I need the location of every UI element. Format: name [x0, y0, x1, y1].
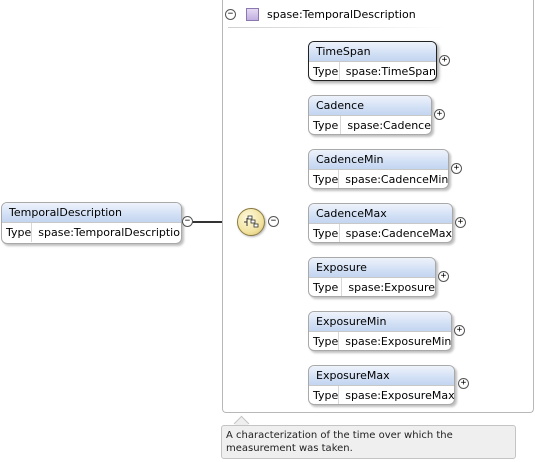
child-element-name: TimeSpan [309, 42, 436, 62]
child-type-label: Type [309, 116, 342, 134]
child-element-name: ExposureMin [309, 312, 451, 332]
expand-toggle-exposuremax[interactable]: + [458, 378, 469, 389]
child-type-value: spase:TimeSpan [345, 65, 436, 78]
child-type-row: Type spase:Exposure [309, 278, 435, 296]
child-element-name: CadenceMin [309, 150, 448, 170]
child-element-cadencemin[interactable]: CadenceMin Type spase:CadenceMin [308, 149, 449, 189]
child-type-label: Type [309, 224, 340, 242]
child-element-timespan[interactable]: TimeSpan Type spase:TimeSpan [308, 41, 437, 81]
root-collapse-toggle[interactable]: − [182, 216, 193, 227]
sequence-collapse-toggle[interactable]: − [268, 216, 279, 227]
child-type-value: spase:ExposureMin [345, 335, 452, 348]
child-type-value: spase:CadenceMin [345, 173, 449, 186]
child-type-label: Type [309, 386, 340, 404]
sequence-glyph-icon [244, 215, 259, 228]
child-type-label: Type [309, 170, 340, 188]
child-type-row: Type spase:CadenceMax [309, 224, 452, 242]
root-element-name: TemporalDescription [2, 203, 181, 223]
complex-type-icon [246, 8, 259, 21]
root-type-label: Type [2, 223, 33, 242]
root-element-type-row: Type spase:TemporalDescription [2, 223, 181, 242]
group-header: − spase:TemporalDescription [222, 4, 522, 24]
child-element-name: CadenceMax [309, 204, 452, 224]
child-type-row: Type spase:TimeSpan [309, 62, 436, 80]
child-element-name: Cadence [309, 96, 431, 116]
child-element-name: Exposure [309, 258, 435, 278]
child-type-row: Type spase:CadenceMin [309, 170, 449, 188]
sequence-compositor-icon[interactable] [237, 208, 265, 236]
group-collapse-toggle[interactable]: − [225, 9, 236, 20]
child-type-label: Type [309, 62, 340, 80]
root-type-value: spase:TemporalDescription [38, 226, 182, 239]
expand-toggle-cadencemin[interactable]: + [451, 163, 462, 174]
child-element-exposuremax[interactable]: ExposureMax Type spase:ExposureMax [308, 365, 455, 405]
child-type-value: spase:Exposure [348, 281, 435, 294]
child-type-value: spase:ExposureMax [345, 389, 455, 402]
root-element-box[interactable]: TemporalDescription Type spase:TemporalD… [1, 202, 182, 244]
child-element-exposure[interactable]: Exposure Type spase:Exposure [308, 257, 436, 297]
child-type-row: Type spase:Cadence [309, 116, 431, 134]
annotation-note: A characterization of the time over whic… [221, 425, 516, 459]
child-type-value: spase:CadenceMax [345, 227, 452, 240]
expand-toggle-timespan[interactable]: + [439, 55, 450, 66]
expand-toggle-cadence[interactable]: + [434, 109, 445, 120]
child-element-cadence[interactable]: Cadence Type spase:Cadence [308, 95, 432, 135]
expand-toggle-cadencemax[interactable]: + [455, 217, 466, 228]
child-type-label: Type [309, 332, 340, 350]
child-element-exposuremin[interactable]: ExposureMin Type spase:ExposureMin [308, 311, 452, 351]
child-type-row: Type spase:ExposureMax [309, 386, 455, 404]
child-element-name: ExposureMax [309, 366, 454, 386]
child-element-cadencemax[interactable]: CadenceMax Type spase:CadenceMax [308, 203, 453, 243]
child-type-row: Type spase:ExposureMin [309, 332, 452, 350]
child-type-label: Type [309, 278, 343, 296]
expand-toggle-exposuremin[interactable]: + [454, 325, 465, 336]
expand-toggle-exposure[interactable]: + [438, 271, 449, 282]
group-title: spase:TemporalDescription [267, 8, 416, 21]
group-divider [228, 27, 448, 28]
child-type-value: spase:Cadence [347, 119, 431, 132]
